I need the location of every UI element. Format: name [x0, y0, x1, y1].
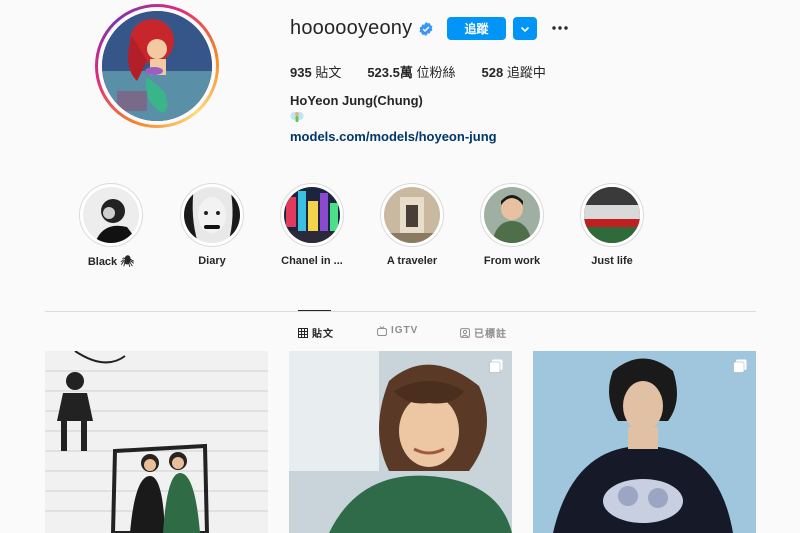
following-count[interactable]: 528 追蹤中	[482, 62, 546, 81]
highlight-item[interactable]: From work	[462, 183, 562, 267]
highlight-label: Diary	[198, 255, 226, 267]
ellipsis-icon	[552, 26, 568, 30]
highlight-label: Just life	[591, 255, 633, 267]
post-thumbnail[interactable]	[533, 351, 756, 533]
highlight-cover	[184, 187, 240, 243]
highlight-cover	[83, 187, 139, 243]
follow-button[interactable]: 追蹤	[447, 17, 506, 40]
multiple-photos-icon	[489, 359, 503, 373]
full-name: HoYeon Jung(Chung)	[290, 93, 423, 108]
highlight-cover	[284, 187, 340, 243]
highlight-item[interactable]: Diary	[162, 183, 262, 267]
tab-igtv[interactable]: IGTV	[377, 325, 418, 336]
highlight-label: Chanel in ...	[281, 255, 343, 267]
more-options-button[interactable]	[550, 18, 570, 38]
tab-active-indicator	[298, 310, 331, 311]
tagged-icon	[460, 327, 470, 338]
highlight-label: Black 🕷	[87, 256, 135, 268]
tabs-divider	[45, 311, 756, 312]
post-thumbnail[interactable]	[45, 351, 268, 533]
profile-link[interactable]: models.com/models/hoyeon-jung	[290, 129, 497, 144]
grid-icon	[298, 327, 308, 338]
highlight-cover	[384, 187, 440, 243]
verified-badge-icon	[419, 22, 433, 36]
chevron-down-icon	[520, 26, 530, 32]
fairy-emoji-icon	[290, 112, 304, 122]
highlight-cover	[584, 187, 640, 243]
highlight-item[interactable]: Black 🕷	[61, 183, 161, 268]
followers-count[interactable]: 523.5萬 位粉絲	[367, 62, 455, 81]
suggested-dropdown-button[interactable]	[513, 17, 537, 40]
tab-posts[interactable]: 貼文	[298, 325, 334, 340]
multiple-photos-icon	[733, 359, 747, 373]
username: hoooooyeony	[290, 17, 413, 39]
profile-avatar-ring[interactable]	[95, 4, 219, 128]
highlight-item[interactable]: Chanel in ...	[262, 183, 362, 267]
tab-tagged[interactable]: 已標註	[460, 325, 507, 340]
highlight-cover	[484, 187, 540, 243]
igtv-icon	[377, 325, 387, 336]
post-thumbnail[interactable]	[289, 351, 512, 533]
highlight-label: From work	[483, 255, 541, 267]
profile-stats: 935 貼文 523.5萬 位粉絲 528 追蹤中	[290, 62, 572, 81]
avatar	[102, 11, 212, 121]
highlight-item[interactable]: A traveler	[362, 183, 462, 267]
highlight-label: A traveler	[386, 255, 438, 267]
posts-count: 935 貼文	[290, 65, 342, 80]
highlight-item[interactable]: Just life	[562, 183, 662, 267]
